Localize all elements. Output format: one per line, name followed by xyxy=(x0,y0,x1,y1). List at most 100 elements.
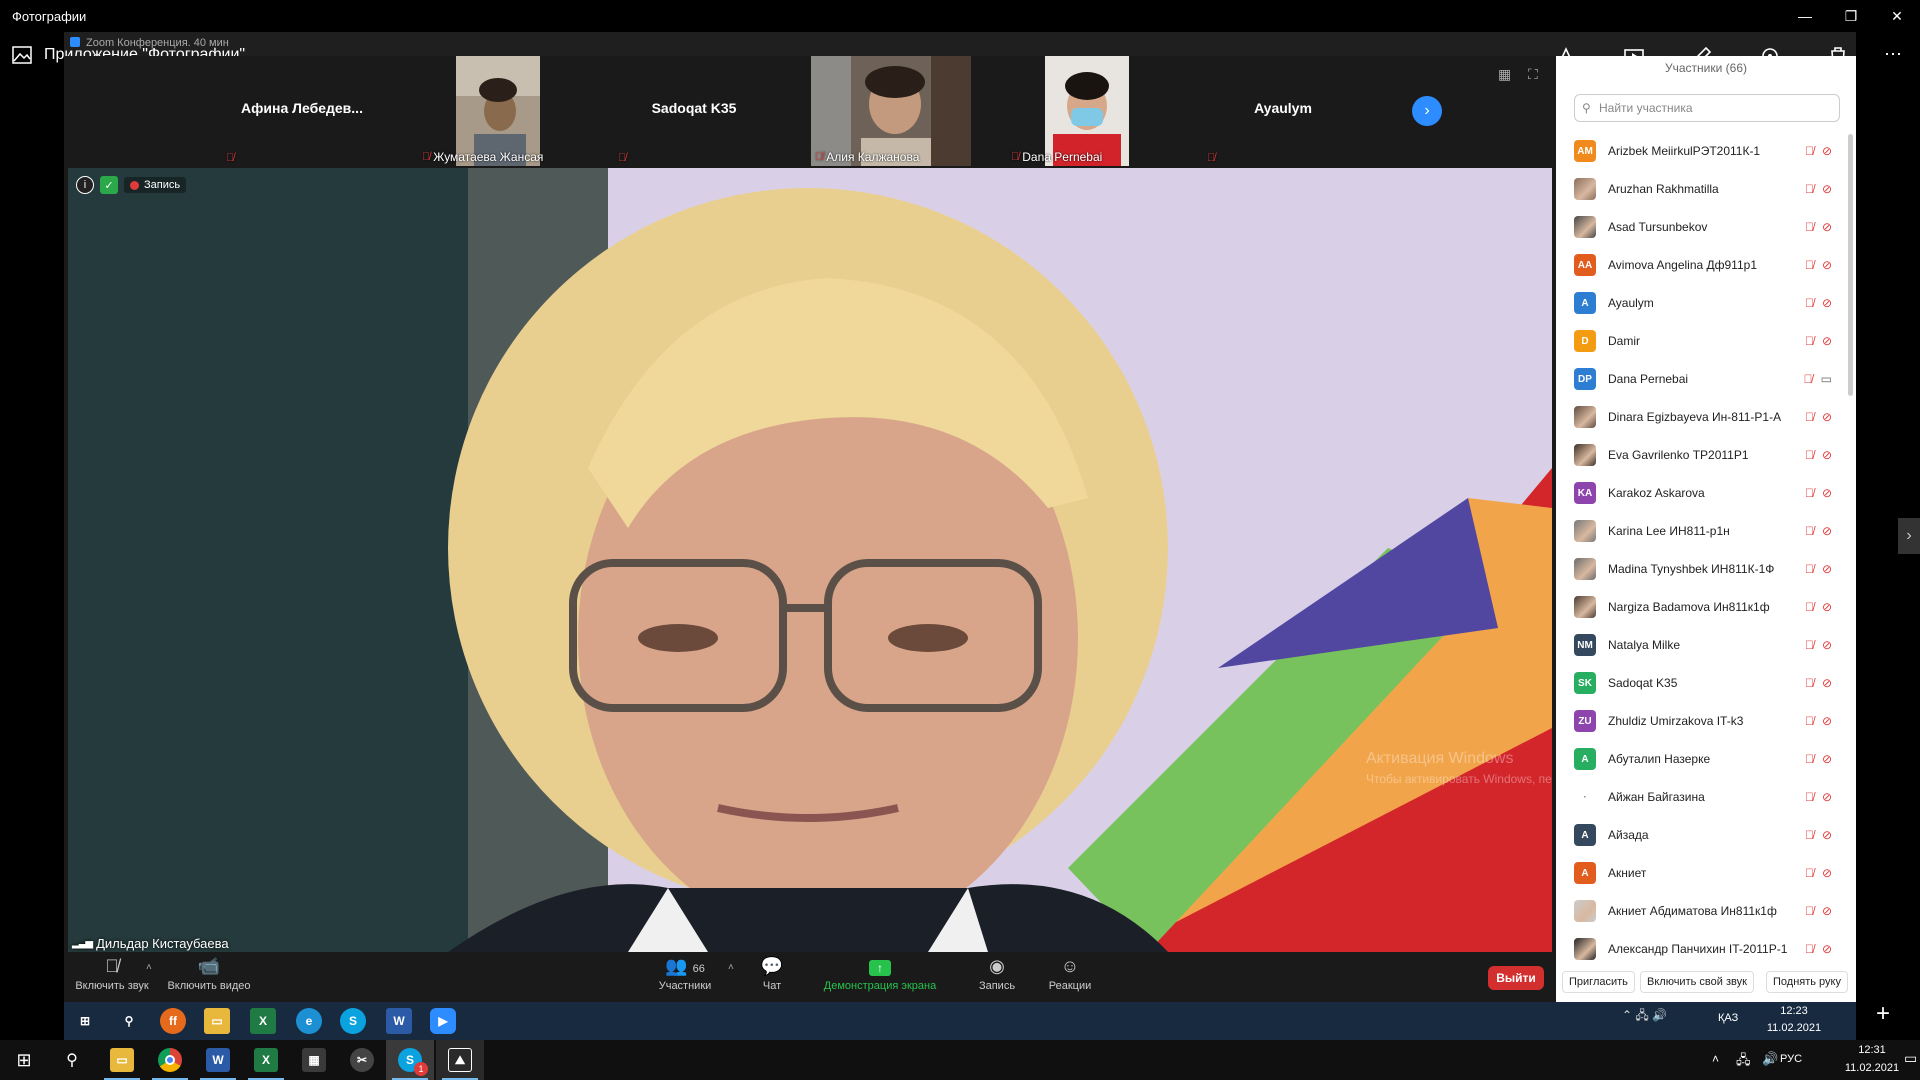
video-tile[interactable]: Ayaulym 🎙̸ xyxy=(1203,56,1363,166)
speaker-name: Дильдар Кистаубаева xyxy=(96,936,229,951)
speaker-video: i ✓ Запись Активация Windows Чтобы актив… xyxy=(68,168,1552,952)
speaker-video-frame xyxy=(68,168,1552,952)
maximize-button[interactable]: ❐ xyxy=(1828,0,1874,32)
participant-row[interactable]: Aruzhan Rakhmatilla 🎙̸ ⊘ xyxy=(1574,170,1844,208)
invite-button[interactable]: Пригласить xyxy=(1562,971,1635,993)
skype-notification-badge: 1 xyxy=(414,1062,428,1076)
video-tile[interactable]: 🎙̸ Dana Pernebai xyxy=(1007,56,1167,166)
taskbar-snipping[interactable]: ✂ xyxy=(338,1040,386,1080)
next-page-icon[interactable]: › xyxy=(1412,96,1442,126)
gallery-view-icon[interactable]: ▦ xyxy=(1498,66,1511,83)
clock-date[interactable]: 11.02.2021 xyxy=(1842,1062,1902,1074)
show-hidden-icons[interactable]: ˄ xyxy=(1712,1052,1719,1066)
video-tile[interactable]: 🎙̸ Алия Калжанова xyxy=(811,56,971,166)
more-options-icon[interactable]: ⋯ xyxy=(1884,44,1902,65)
participant-row[interactable]: ZU Zhuldiz Umirzakova IT-k3 🎙̸ ⊘ xyxy=(1574,702,1844,740)
participant-name: Aruzhan Rakhmatilla xyxy=(1608,182,1719,196)
inner-lang-indicator: ҚАЗ xyxy=(1718,1012,1739,1024)
add-icon[interactable]: + xyxy=(1876,1000,1890,1028)
clock-time[interactable]: 12:31 xyxy=(1842,1044,1902,1056)
mic-muted-icon: 🎙̸ xyxy=(1804,752,1814,766)
tile-name: Жуматаева Жансая xyxy=(433,150,544,164)
word-icon: W xyxy=(206,1048,230,1072)
participant-row[interactable]: AM Arizbek MeiirkulРЭТ2011К-1 🎙̸ ⊘ xyxy=(1574,132,1844,170)
participant-row[interactable]: KA Karakoz Askarova 🎙̸ ⊘ xyxy=(1574,474,1844,512)
chat-icon: 💬 xyxy=(760,956,784,976)
participant-row[interactable]: A Абуталип Назерке 🎙̸ ⊘ xyxy=(1574,740,1844,778)
video-tile[interactable]: 🎙̸ Жуматаева Жансая xyxy=(418,56,578,166)
reactions-icon: ☺ xyxy=(1060,956,1080,976)
network-icon[interactable]: 🖧 xyxy=(1736,1051,1751,1073)
video-off-icon: ⊘ xyxy=(1821,600,1832,614)
taskbar-chrome[interactable] xyxy=(146,1040,194,1080)
mic-muted-icon: 🎙̸ xyxy=(1804,562,1814,576)
participant-row[interactable]: Madina Tynyshbek ИН811К-1Ф 🎙̸ ⊘ xyxy=(1574,550,1844,588)
mic-muted-icon: 🎙̸ xyxy=(1804,638,1814,652)
participant-row[interactable]: Dinara Egizbayeva Ин-811-Р1-А 🎙̸ ⊘ xyxy=(1574,398,1844,436)
participant-name: Акниет Абдиматова Ин811к1ф xyxy=(1608,904,1777,918)
video-off-icon: ⊘ xyxy=(1821,182,1832,196)
participants-scrollbar[interactable] xyxy=(1848,134,1853,396)
participant-row[interactable]: · Айжан Байгазина 🎙̸ ⊘ xyxy=(1574,778,1844,816)
security-shield-icon[interactable]: ✓ xyxy=(100,176,118,194)
unmute-me-button[interactable]: Включить свой звук xyxy=(1640,971,1754,993)
taskbar-excel[interactable]: X xyxy=(242,1040,290,1080)
video-off-icon: ⊘ xyxy=(1821,448,1832,462)
mic-muted-icon: 🎙̸ xyxy=(1804,334,1814,348)
minimize-button[interactable]: — xyxy=(1782,0,1828,32)
leave-meeting-button[interactable]: Выйти xyxy=(1488,966,1544,990)
participant-name: Dana Pernebai xyxy=(1608,372,1689,386)
participant-row[interactable]: DP Dana Pernebai 🎙̸ ▭ xyxy=(1574,360,1844,398)
participant-row[interactable]: A Ayaulym 🎙̸ ⊘ xyxy=(1574,284,1844,322)
participant-row[interactable]: NM Natalya Milke 🎙̸ ⊘ xyxy=(1574,626,1844,664)
participant-row[interactable]: A Айзада 🎙̸ ⊘ xyxy=(1574,816,1844,854)
notifications-icon[interactable]: ▭ xyxy=(1904,1050,1917,1067)
participants-button[interactable]: 👥 66 Участники xyxy=(650,956,720,992)
taskbar-calculator[interactable]: ▦ xyxy=(290,1040,338,1080)
participant-row[interactable]: D Damir 🎙̸ ⊘ xyxy=(1574,322,1844,360)
participants-caret-icon[interactable]: ˄ xyxy=(728,962,734,973)
taskbar-search-button[interactable]: ⚲ xyxy=(48,1040,96,1080)
participant-row[interactable]: Nargiza Badamova Ин811к1ф 🎙̸ ⊘ xyxy=(1574,588,1844,626)
participant-row[interactable]: Asad Tursunbekov 🎙̸ ⊘ xyxy=(1574,208,1844,246)
excel-icon: X xyxy=(250,1008,276,1034)
start-video-button[interactable]: 📹 Включить видео xyxy=(164,956,254,992)
mic-off-icon: 🎙̸ xyxy=(815,151,824,163)
fullscreen-icon[interactable]: ⛶ xyxy=(1528,66,1538,83)
video-tile[interactable]: Sadoqat K35 🎙̸ xyxy=(614,56,774,166)
info-icon[interactable]: i xyxy=(76,176,94,194)
tile-name: Dana Pernebai xyxy=(1022,150,1103,164)
participant-name: Dinara Egizbayeva Ин-811-Р1-А xyxy=(1608,410,1782,424)
participant-search-input[interactable]: ⚲ Найти участника xyxy=(1574,94,1840,122)
next-photo-arrow-icon[interactable]: › xyxy=(1898,518,1920,554)
participant-row[interactable]: SK Sadoqat K35 🎙̸ ⊘ xyxy=(1574,664,1844,702)
reactions-button[interactable]: ☺ Реакции xyxy=(1040,956,1100,992)
taskbar-word[interactable]: W xyxy=(194,1040,242,1080)
participants-panel: ⚲ Найти участника AM Arizbek MeiirkulРЭТ2… xyxy=(1556,80,1856,1002)
participant-row[interactable]: A Акниет 🎙̸ ⊘ xyxy=(1574,854,1844,892)
raise-hand-button[interactable]: Поднять руку xyxy=(1766,971,1848,993)
participant-row[interactable]: Акниет Абдиматова Ин811к1ф 🎙̸ ⊘ xyxy=(1574,892,1844,930)
signal-strength-icon: ▂▃▅ xyxy=(72,938,93,949)
video-tile[interactable]: Афина Лебедев... 🎙̸ xyxy=(222,56,382,166)
video-off-icon: 📹 xyxy=(197,956,221,976)
record-button[interactable]: ◉ Запись xyxy=(972,956,1022,992)
mic-muted-icon: 🎙̸ xyxy=(1804,828,1814,842)
inner-clock-date: 11.02.2021 xyxy=(1766,1022,1822,1034)
share-screen-button[interactable]: ↑ Демонстрация экрана xyxy=(820,956,940,992)
chat-button[interactable]: 💬 Чат xyxy=(752,956,792,992)
mic-off-icon: 🎙̸ xyxy=(1011,151,1020,163)
mic-muted-icon: 🎙̸ xyxy=(1804,714,1814,728)
taskbar-photos[interactable]: ⛰ xyxy=(436,1040,484,1080)
taskbar-file-explorer[interactable]: ▭ xyxy=(98,1040,146,1080)
close-button[interactable]: ✕ xyxy=(1874,0,1920,32)
audio-options-caret-icon[interactable]: ˄ xyxy=(146,962,152,973)
participant-row[interactable]: Karina Lee ИН811-р1н 🎙̸ ⊘ xyxy=(1574,512,1844,550)
taskbar-skype[interactable]: S 1 xyxy=(386,1040,434,1080)
start-button[interactable]: ⊞ xyxy=(0,1040,48,1080)
unmute-button[interactable]: 🎙̸ Включить звук xyxy=(72,956,152,992)
participant-row[interactable]: AA Avimova Angelina Дф911р1 🎙̸ ⊘ xyxy=(1574,246,1844,284)
image-icon xyxy=(12,46,32,64)
language-indicator[interactable]: РУС xyxy=(1776,1053,1806,1065)
participant-row[interactable]: Eva Gavrilenko ТР2011Р1 🎙̸ ⊘ xyxy=(1574,436,1844,474)
